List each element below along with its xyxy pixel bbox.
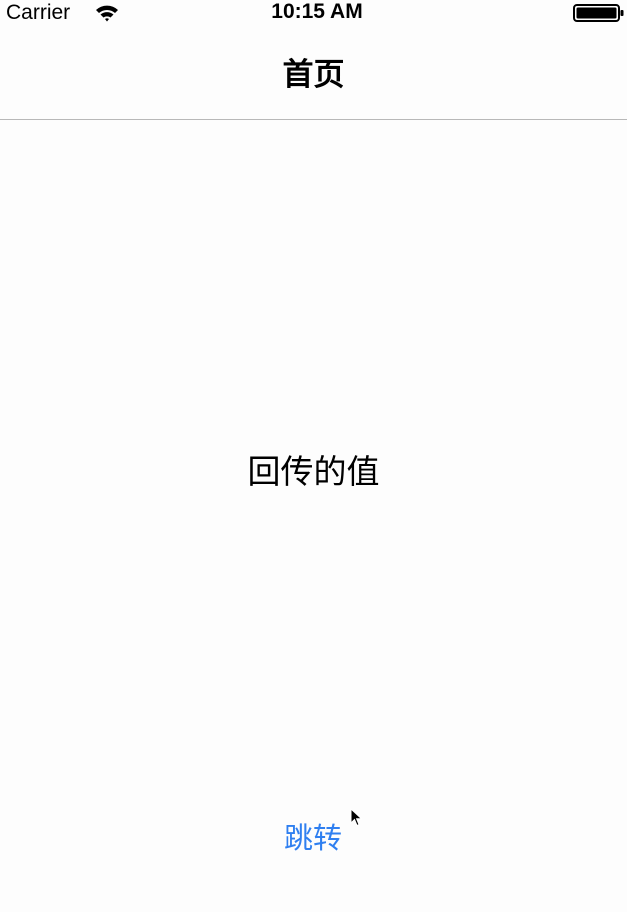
status-time: 10:15 AM [271, 0, 363, 23]
status-bar: Carrier 10:15 AM [0, 0, 627, 26]
returned-value-label: 回传的值 [247, 452, 380, 491]
page-title: 首页 [282, 57, 345, 93]
mouse-cursor-icon [350, 808, 363, 827]
jump-button[interactable]: 跳转 [263, 817, 363, 859]
navigation-bar: 首页 [0, 26, 627, 120]
battery-icon [573, 4, 624, 22]
